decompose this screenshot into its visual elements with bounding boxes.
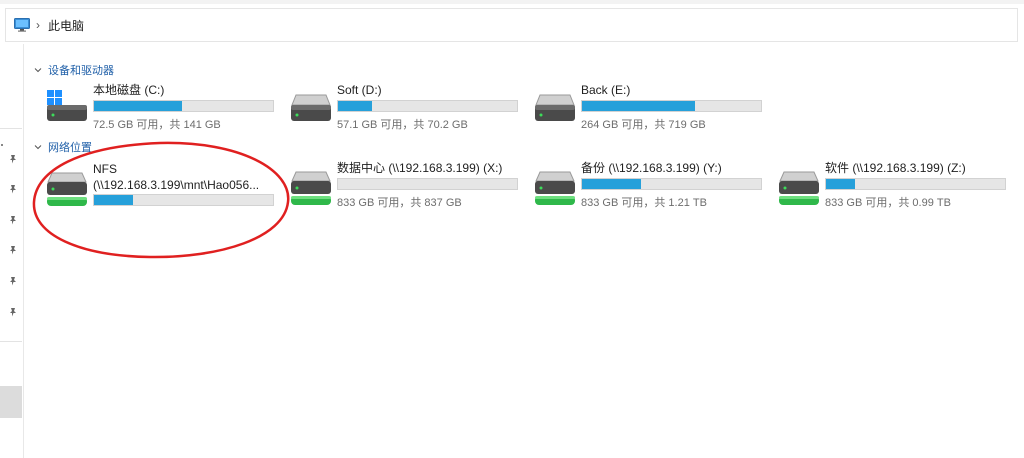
navigation-pane[interactable] [0,44,24,458]
network-name-line2: (\\192.168.3.199\mnt\Hao056... [93,178,260,192]
drive-space-info: 833 GB 可用，共 837 GB [337,197,462,209]
breadcrumb-this-pc[interactable]: 此电脑 [48,17,84,34]
drive-usage-bar [93,194,274,206]
drive-usage-fill [582,101,695,111]
drive-usage-fill [826,179,855,189]
drive-usage-bar [581,178,762,190]
pin-icon[interactable] [8,276,18,286]
drive-usage-bar [337,100,518,112]
drive-tile-c[interactable]: 本地磁盘 (C:) 72.5 GB 可用，共 141 GB [46,83,286,139]
pin-icon[interactable] [8,307,18,317]
section-devices-title: 设备和驱动器 [48,65,114,77]
drive-tile-e[interactable]: Back (E:) 264 GB 可用，共 719 GB [534,83,774,139]
pin-icon[interactable] [8,184,18,194]
file-explorer-window: › 此电脑 设备和驱动器 本地磁盘 (C:) 72.5 GB 可用，共 141 … [0,0,1024,458]
drive-usage-fill [338,101,372,111]
breadcrumb-separator[interactable]: › [36,18,40,32]
section-network-title: 网络位置 [48,142,92,154]
nav-marker [1,144,3,146]
hard-drive-icon [291,94,331,121]
title-strip [0,0,1024,4]
drive-name: 本地磁盘 (C:) [93,83,165,97]
chevron-down-icon[interactable] [34,66,42,74]
this-pc-icon [14,18,30,32]
network-tile-nfs[interactable]: NFS (\\192.168.3.199\mnt\Hao056... [46,162,286,218]
nav-divider [0,341,22,342]
nav-selected-item[interactable] [0,386,22,418]
drive-tile-d[interactable]: Soft (D:) 57.1 GB 可用，共 70.2 GB [290,83,530,139]
pin-icon[interactable] [8,154,18,164]
drive-usage-bar [93,100,274,112]
address-bar[interactable]: › 此电脑 [5,8,1018,42]
network-drive-icon [779,171,819,205]
hard-drive-icon [535,94,575,121]
drive-space-info: 72.5 GB 可用，共 141 GB [93,119,221,131]
drive-usage-fill [582,179,642,189]
drive-name: 软件 (\\192.168.3.199) (Z:) [825,161,966,175]
nav-divider [0,128,22,129]
section-devices-header[interactable]: 设备和驱动器 [34,62,114,78]
drive-usage-bar [581,100,762,112]
drive-space-info: 57.1 GB 可用，共 70.2 GB [337,119,468,131]
chevron-down-icon[interactable] [34,143,42,151]
network-tile-y[interactable]: 备份 (\\192.168.3.199) (Y:) 833 GB 可用，共 1.… [534,161,774,217]
windows-drive-icon [47,90,87,121]
drive-usage-fill [94,101,182,111]
drive-usage-fill [94,195,134,205]
section-network-header[interactable]: 网络位置 [34,139,92,155]
drive-name: Soft (D:) [337,83,382,97]
network-tile-z[interactable]: 软件 (\\192.168.3.199) (Z:) 833 GB 可用，共 0.… [778,161,1018,217]
pin-icon[interactable] [8,215,18,225]
network-drive-icon [47,172,87,206]
drive-name: 备份 (\\192.168.3.199) (Y:) [581,161,722,175]
drive-usage-bar [825,178,1006,190]
drive-space-info: 264 GB 可用，共 719 GB [581,119,706,131]
network-name-line1: NFS [93,162,117,176]
drive-name: Back (E:) [581,83,631,97]
drive-name: 数据中心 (\\192.168.3.199) (X:) [337,161,503,175]
network-tile-x[interactable]: 数据中心 (\\192.168.3.199) (X:) 833 GB 可用，共 … [290,161,530,217]
drive-space-info: 833 GB 可用，共 0.99 TB [825,197,951,209]
drive-usage-bar [337,178,518,190]
drive-space-info: 833 GB 可用，共 1.21 TB [581,197,707,209]
network-drive-icon [291,171,331,205]
network-drive-icon [535,171,575,205]
pin-icon[interactable] [8,245,18,255]
